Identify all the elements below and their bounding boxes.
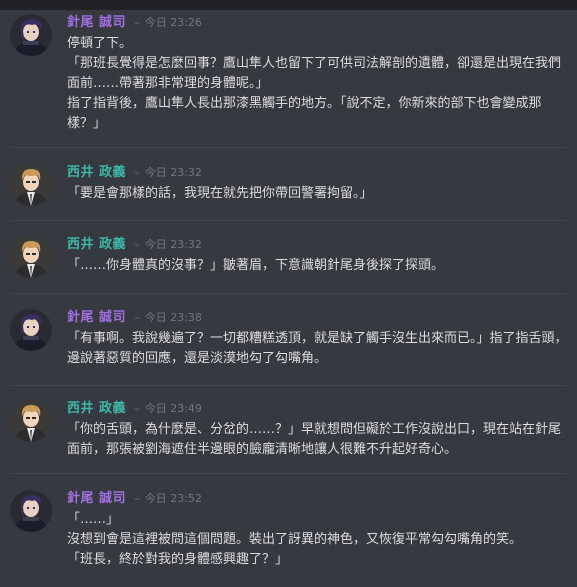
message-line: 沒想到會是這裡被問這個問題。裝出了訝異的神色，又恢復平常勾勾嘴角的笑。 (67, 532, 523, 547)
message-line: 「班長，終於對我的身體感興趣了？」 (67, 552, 289, 567)
separator: – (134, 238, 140, 251)
message-line: 停頓了下。 (67, 36, 133, 51)
separator: – (134, 166, 140, 179)
message-divider (10, 385, 567, 386)
timestamp[interactable]: 今日 23:32 (145, 238, 202, 251)
message-line: 「要是會那樣的話，我現在就先把你帶回警署拘留。」 (67, 186, 373, 201)
message-header: 針尾 誠司 – 今日 23:26 (67, 12, 202, 30)
username[interactable]: 西井 政義 (67, 401, 126, 416)
nishii-avatar-icon[interactable] (10, 164, 52, 206)
message-line: 「有事啊。我說幾遍了？一切都糟糕透頂，就是缺了觸手沒生出來而已。」指了指舌頭，邊… (67, 331, 568, 366)
username[interactable]: 西井 政義 (67, 237, 126, 252)
message-divider (10, 220, 567, 221)
message-header: 西井 政義 – 今日 23:32 (67, 162, 202, 180)
message-line: 指了指背後，鷹山隼人長出那漆黑觸手的地方。「說不定，你新來的部下也會變成那樣？」 (67, 96, 542, 131)
separator: – (134, 402, 140, 415)
message-line: 「你的舌頭，為什麼是、分岔的……？」早就想問但礙於工作沒說出口，現在站在針尾面前… (67, 422, 562, 457)
message-content: 「……你身體真的沒事？」皺著眉，下意識朝針尾身後探了探頭。 (67, 256, 572, 276)
timestamp[interactable]: 今日 23:52 (145, 492, 202, 505)
message-content: 「你的舌頭，為什麼是、分岔的……？」早就想問但礙於工作沒說出口，現在站在針尾面前… (67, 420, 572, 460)
message-divider (10, 147, 567, 148)
matsuo-avatar-icon[interactable] (10, 309, 52, 351)
matsuo-avatar-icon[interactable] (10, 14, 52, 56)
matsuo-avatar-icon[interactable] (10, 490, 52, 532)
message-header: 針尾 誠司 – 今日 23:38 (67, 307, 202, 325)
message-line: 「……你身體真的沒事？」皺著眉，下意識朝針尾身後探了探頭。 (67, 258, 445, 273)
username[interactable]: 西井 政義 (67, 165, 126, 180)
timestamp[interactable]: 今日 23:49 (145, 402, 202, 415)
message-header: 針尾 誠司 – 今日 23:52 (67, 488, 202, 506)
separator: – (134, 16, 140, 29)
message-line: 「那班長覺得是怎麼回事？鷹山隼人也留下了可供司法解剖的遺體，卻還是出現在我們面前… (67, 56, 562, 91)
message-content: 「……」 沒想到會是這裡被問這個問題。裝出了訝異的神色，又恢復平常勾勾嘴角的笑。… (67, 510, 572, 570)
message-divider (10, 473, 567, 474)
timestamp[interactable]: 今日 23:26 (145, 16, 202, 29)
username[interactable]: 針尾 誠司 (67, 491, 126, 506)
message-header: 西井 政義 – 今日 23:49 (67, 398, 202, 416)
message-content: 「有事啊。我說幾遍了？一切都糟糕透頂，就是缺了觸手沒生出來而已。」指了指舌頭，邊… (67, 329, 572, 369)
top-bar (0, 0, 577, 10)
message-divider (10, 293, 567, 294)
message-content: 「要是會那樣的話，我現在就先把你帶回警署拘留。」 (67, 184, 572, 204)
timestamp[interactable]: 今日 23:32 (145, 166, 202, 179)
username[interactable]: 針尾 誠司 (67, 310, 126, 325)
nishii-avatar-icon[interactable] (10, 400, 52, 442)
message-content: 停頓了下。 「那班長覺得是怎麼回事？鷹山隼人也留下了可供司法解剖的遺體，卻還是出… (67, 34, 572, 134)
username[interactable]: 針尾 誠司 (67, 15, 126, 30)
nishii-avatar-icon[interactable] (10, 236, 52, 278)
message-header: 西井 政義 – 今日 23:32 (67, 234, 202, 252)
separator: – (134, 311, 140, 324)
separator: – (134, 492, 140, 505)
timestamp[interactable]: 今日 23:38 (145, 311, 202, 324)
message-line: 「……」 (67, 512, 120, 527)
